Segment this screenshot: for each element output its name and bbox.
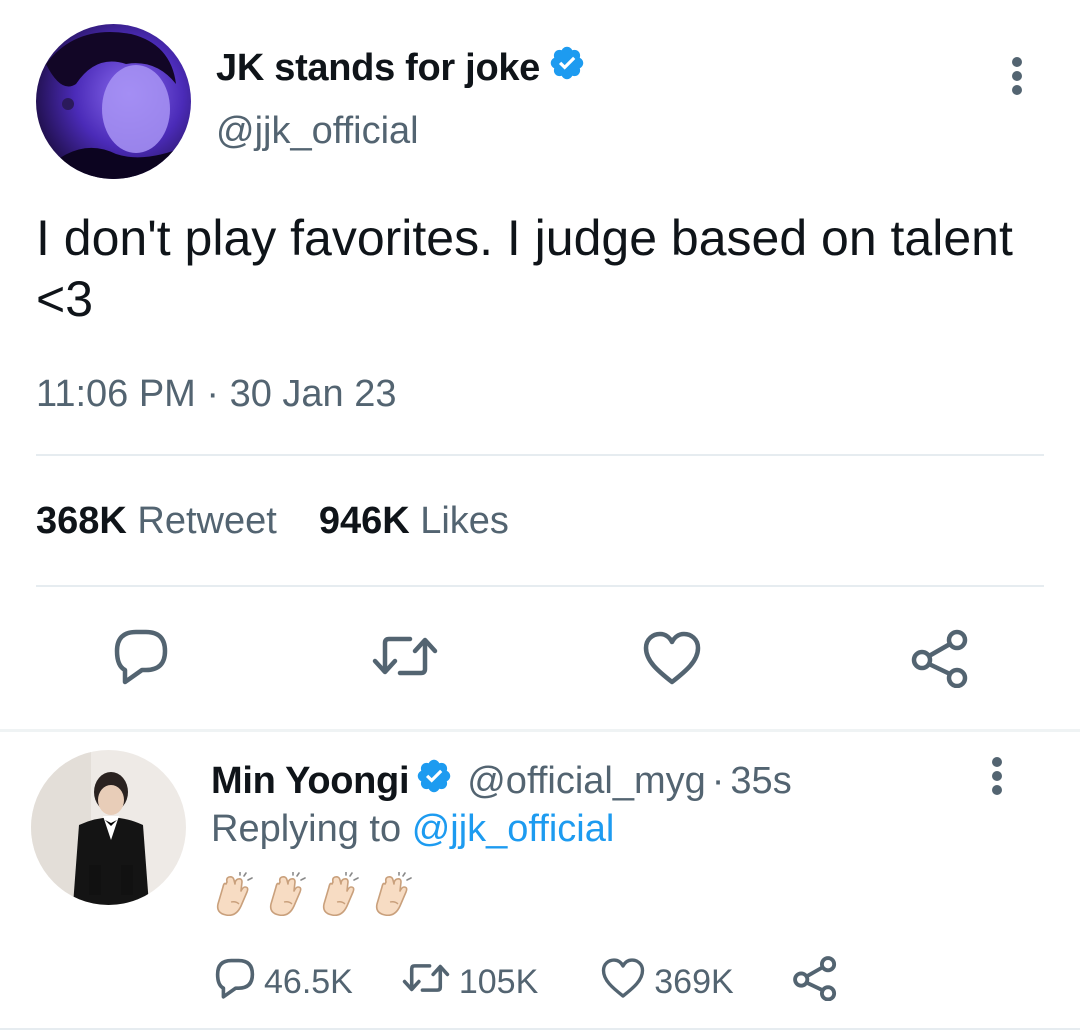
likes-stat[interactable]: 946K Likes	[319, 500, 509, 543]
reply-retweet-button[interactable]: 105K	[401, 960, 538, 1005]
divider	[36, 585, 1044, 587]
retweet-label: Retweet	[137, 500, 277, 542]
clapping-hands-emoji	[267, 871, 307, 921]
divider	[0, 1028, 1080, 1030]
likes-label: Likes	[420, 500, 509, 542]
reply-action-bar: 46.5K 105K 369K	[214, 955, 846, 1010]
reply-reply-count: 46.5K	[264, 963, 353, 1001]
share-icon[interactable]	[910, 628, 970, 693]
reply-like-button[interactable]: 369K	[600, 957, 734, 1008]
engagement-stats: 368K Retweet 946K Likes	[36, 500, 509, 543]
separator-dot: ·	[711, 759, 725, 802]
retweet-stat[interactable]: 368K Retweet	[36, 500, 277, 543]
reply-icon	[214, 956, 264, 1009]
retweet-count: 368K	[36, 500, 127, 542]
reply-retweet-count: 105K	[458, 963, 539, 1001]
section-divider	[0, 729, 1080, 732]
verified-badge-icon	[415, 757, 453, 805]
tweet-timestamp[interactable]: 11:06 PM · 30 Jan 23	[36, 373, 397, 416]
reply-share-button[interactable]	[792, 955, 846, 1010]
avatar-jk[interactable]	[36, 24, 191, 179]
tweet-text: I don't play favorites. I judge based on…	[36, 210, 1013, 327]
clapping-hands-emoji	[320, 871, 360, 921]
avatar-yoongi[interactable]	[31, 750, 186, 905]
replying-to: Replying to @jjk_official	[211, 808, 614, 851]
author-handle[interactable]: @jjk_official	[216, 110, 419, 153]
clapping-hands-emoji	[214, 871, 254, 921]
clapping-hands-emoji	[373, 871, 413, 921]
like-count: 946K	[318, 500, 410, 542]
reply-text	[214, 871, 413, 921]
reply-reply-button[interactable]: 46.5K	[214, 956, 353, 1009]
reply-display-name[interactable]: Min Yoongi	[211, 760, 410, 803]
like-icon	[600, 957, 654, 1008]
replying-prefix: Replying to	[211, 808, 402, 850]
more-options-icon[interactable]	[983, 756, 1011, 796]
more-options-icon[interactable]	[1003, 56, 1031, 96]
reply-like-count: 369K	[654, 963, 734, 1001]
divider	[36, 454, 1044, 456]
retweet-icon[interactable]	[370, 631, 440, 686]
author-name-row[interactable]: JK stands for joke	[216, 44, 586, 92]
replying-mention[interactable]: @jjk_official	[412, 808, 615, 850]
author-display-name[interactable]: JK stands for joke	[216, 47, 540, 90]
reply-time[interactable]: 35s	[730, 760, 791, 803]
reply-icon[interactable]	[112, 626, 170, 691]
reply-header: Min Yoongi @official_myg · 35s	[211, 757, 792, 805]
share-icon	[792, 955, 846, 1010]
verified-badge-icon	[548, 44, 586, 92]
reply-handle[interactable]: @official_myg	[467, 760, 706, 803]
retweet-icon	[401, 960, 459, 1005]
like-icon[interactable]	[642, 630, 702, 691]
